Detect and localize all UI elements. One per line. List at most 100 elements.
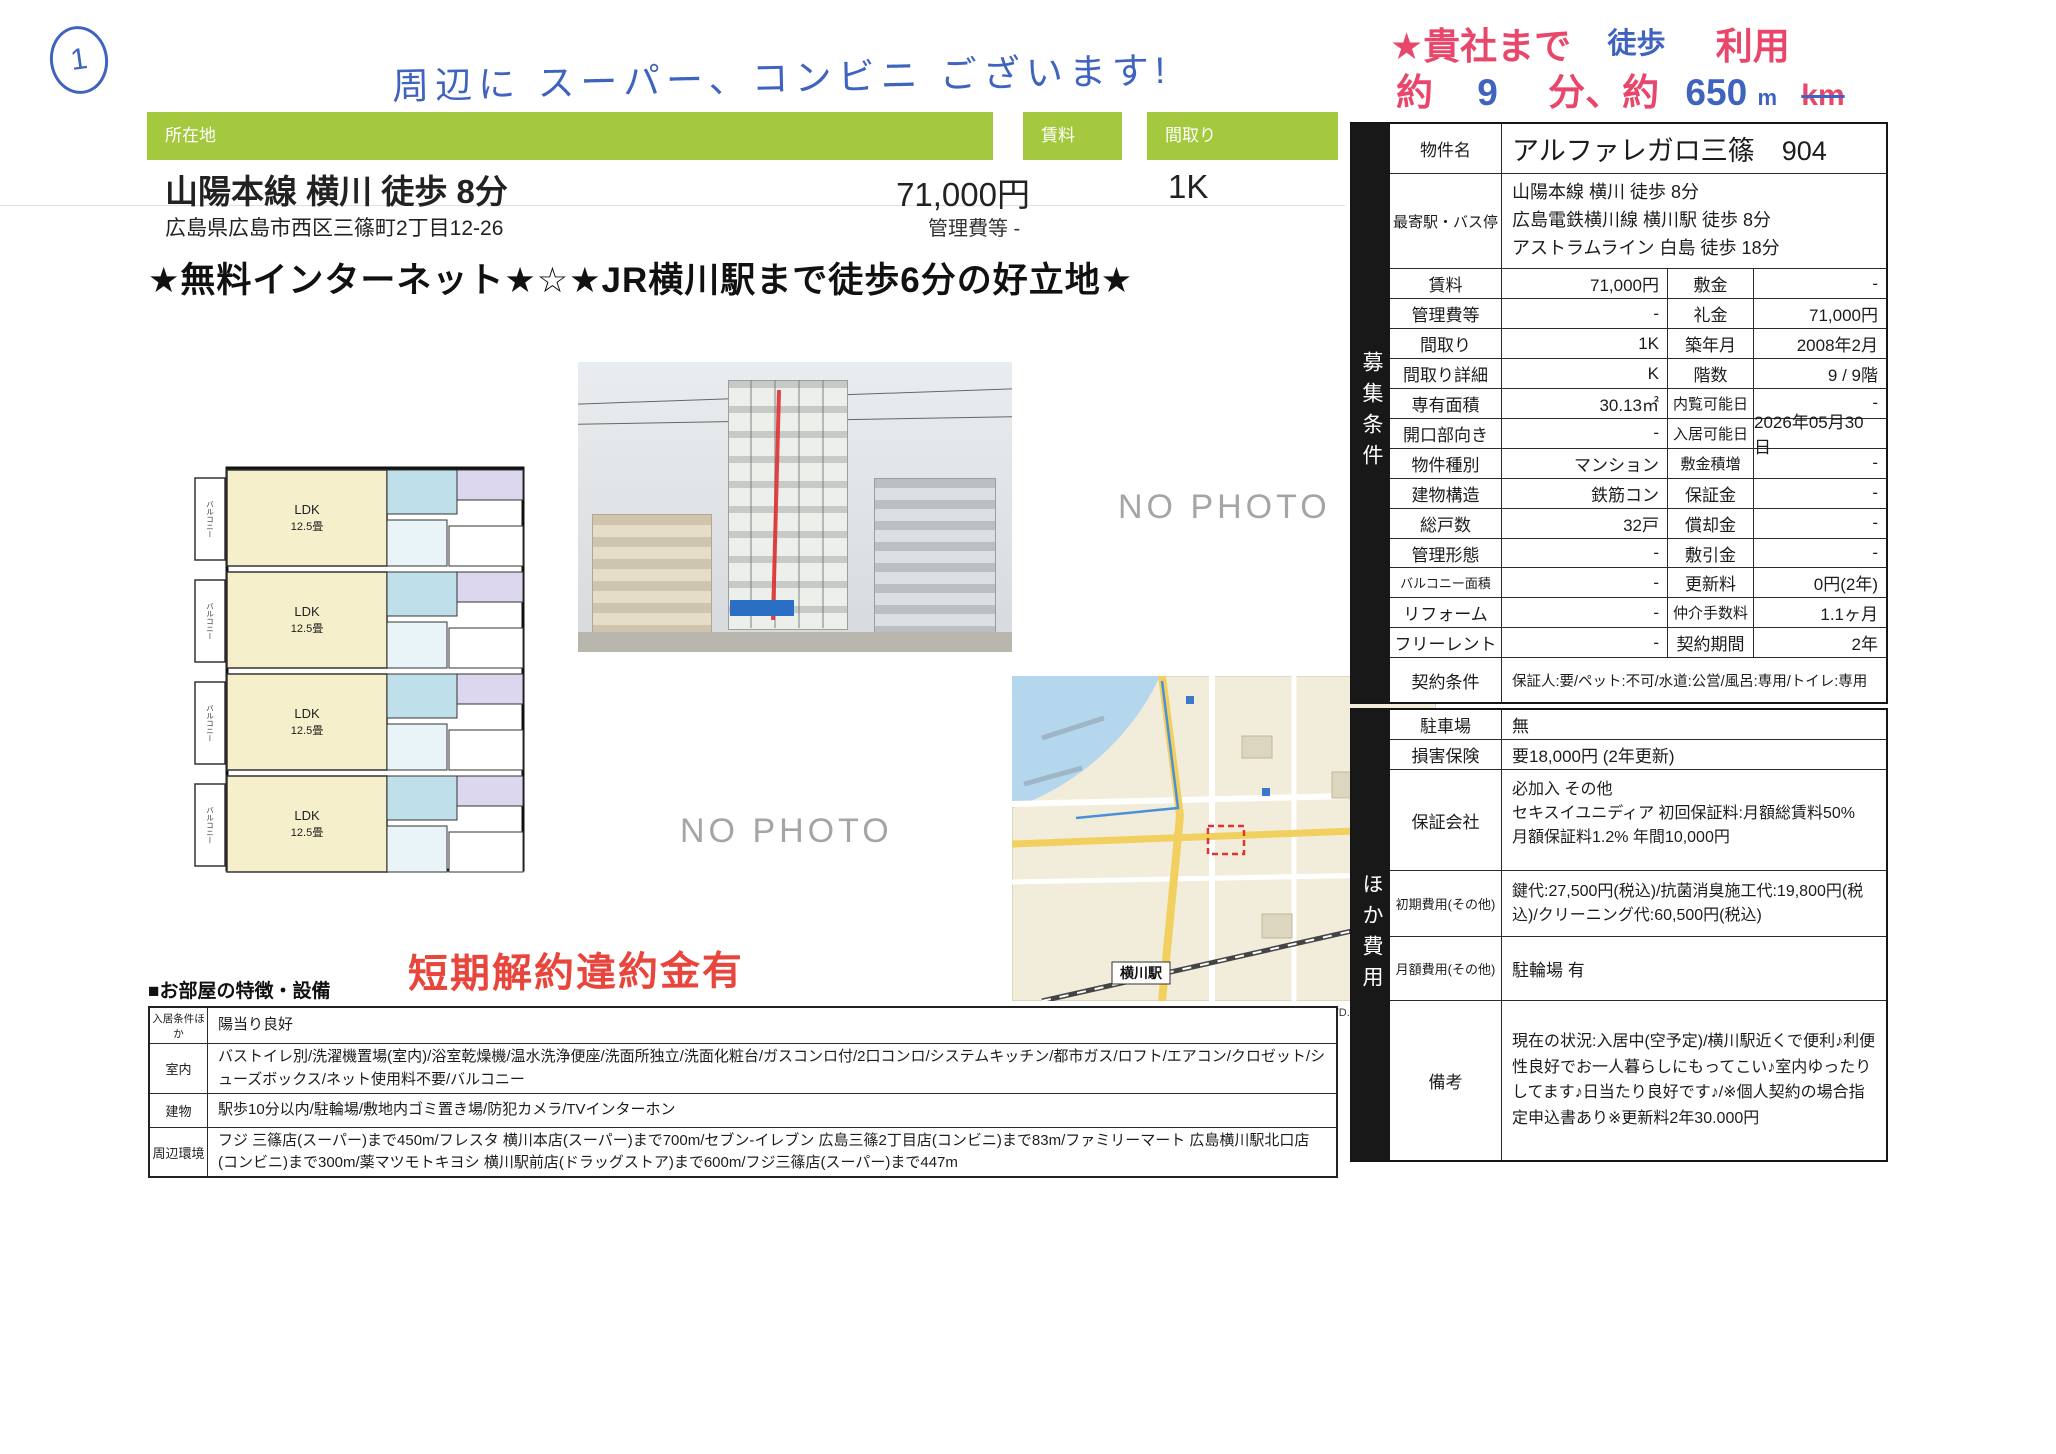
feature-label: 建物 xyxy=(150,1094,208,1127)
row-value-2: 71,000円 xyxy=(1754,299,1886,328)
room-size-label: 12.5畳 xyxy=(291,724,323,737)
guarantor-line-3: 月額保証料1.2% 年間10,000円 xyxy=(1512,826,1730,850)
section-strip-recruit-label: 募集条件 xyxy=(1356,351,1386,475)
broker-note-minutes-text: 9 xyxy=(1477,72,1498,113)
row-value-2: 2026年05月30日 xyxy=(1754,419,1886,448)
row-label-2: 礼金 xyxy=(1668,299,1754,328)
tower-window-columns xyxy=(728,380,846,628)
table-row-contract: 契約条件 保証人:要/ペット:不可/水道:公営/風呂:専用/トイレ:専用 xyxy=(1390,658,1886,702)
features-table: 入居条件ほか 陽当り良好 室内 バストイレ別/洗濯機置場(室内)/浴室乾燥機/温… xyxy=(148,1006,1338,1178)
row-label-2: 償却金 xyxy=(1668,509,1754,538)
row-label-2: 敷金積増 xyxy=(1668,449,1754,478)
room-size-label: 12.5畳 xyxy=(291,622,323,635)
row-value-2: - xyxy=(1754,479,1886,508)
other-costs-table: ほか費用 駐車場 無 損害保険 要18,000円 (2年更新) 保証会社 必加入… xyxy=(1350,708,1888,1162)
feature-value: 駅歩10分以内/駐輪場/敷地内ゴミ置き場/防犯カメラ/TVインターホン xyxy=(208,1094,1336,1127)
broker-note-approx-text: 約 xyxy=(1396,72,1433,113)
initial-costs-value: 鍵代:27,500円(税込)/抗菌消臭施工代:19,800円(税込)/クリーニン… xyxy=(1502,871,1886,936)
row-label-1: フリーレント xyxy=(1390,628,1502,657)
table-row: リフォーム - 仲介手数料 1.1ヶ月 xyxy=(1390,598,1886,628)
row-value-2: - xyxy=(1754,449,1886,478)
features-row: 入居条件ほか 陽当り良好 xyxy=(150,1008,1336,1044)
feature-label: 入居条件ほか xyxy=(150,1008,208,1043)
nearest-station-headline: 山陽本線 横川 徒歩 8分 xyxy=(165,165,508,213)
row-label-1: 間取り詳細 xyxy=(1390,359,1502,388)
row-value-2: 2008年2月 xyxy=(1754,329,1886,358)
section-strip-recruit: 募集条件 xyxy=(1352,124,1390,702)
row-value-2: 0円(2年) xyxy=(1754,568,1886,597)
contract-label: 契約条件 xyxy=(1390,658,1502,702)
room-label: LDK xyxy=(294,604,320,619)
layout-value: 1K xyxy=(1168,168,1208,206)
row-label-1: バルコニー面積 xyxy=(1390,568,1502,597)
parking-value: 無 xyxy=(1502,710,1886,739)
broker-note-star-text: ★貴社まで xyxy=(1390,26,1571,67)
row-label-1: 専有面積 xyxy=(1390,389,1502,418)
table-row: 開口部向き - 入居可能日 2026年05月30日 xyxy=(1390,419,1886,449)
rent-header-bar: 賃料 xyxy=(1023,112,1122,160)
balcony-label: バルコニー xyxy=(205,806,214,844)
layout-header-bar: 間取り xyxy=(1147,112,1338,160)
room-label: LDK xyxy=(294,502,320,517)
street xyxy=(578,632,1012,652)
initial-costs-label: 初期費用(その他) xyxy=(1390,871,1502,936)
handwritten-red-note: 短期解約違約金有 xyxy=(408,938,745,1000)
neighbor-building-left xyxy=(592,514,712,634)
handwritten-circled-number: 1 xyxy=(46,22,113,97)
row-value-1: - xyxy=(1502,568,1668,597)
table-row: 建物構造 鉄筋コン 保証金 - xyxy=(1390,479,1886,509)
table-row-property-name: 物件名 アルファレガロ三篠 904 xyxy=(1390,124,1886,174)
floorplan-drawing: バルコニー LDK 12.5畳 バルコニー LDK 12.5畳 xyxy=(185,462,553,877)
row-value-1: - xyxy=(1502,419,1668,448)
floorplan-image: バルコニー LDK 12.5畳 バルコニー LDK 12.5畳 xyxy=(185,462,553,877)
insurance-label: 損害保険 xyxy=(1390,740,1502,769)
features-title: ■お部屋の特徴・設備 xyxy=(148,976,330,1003)
notes-value: 現在の状況:入居中(空予定)/横川駅近くで便利♪利便性良好でお一人暮らしにもって… xyxy=(1502,1001,1886,1160)
broker-note-walk-text: 徒歩 xyxy=(1607,28,1665,60)
property-address: 広島県広島市西区三篠町2丁目12-26 xyxy=(165,212,503,242)
row-label-2: 築年月 xyxy=(1668,329,1754,358)
table-row-stations: 最寄駅・バス停 山陽本線 横川 徒歩 8分 広島電鉄横川線 横川駅 徒歩 8分 … xyxy=(1390,174,1886,270)
blue-signboard xyxy=(730,600,794,616)
row-value-2: 2年 xyxy=(1754,628,1886,657)
stations-label: 最寄駅・バス停 xyxy=(1390,174,1502,269)
table-row: 管理費等 - 礼金 71,000円 xyxy=(1390,299,1886,329)
table-row-notes: 備考 現在の状況:入居中(空予定)/横川駅近くで便利♪利便性良好でお一人暮らしに… xyxy=(1390,1001,1886,1160)
feature-value: 陽当り良好 xyxy=(208,1008,1336,1043)
row-value-2: - xyxy=(1754,539,1886,568)
property-name-label: 物件名 xyxy=(1390,124,1502,173)
notes-label: 備考 xyxy=(1390,1001,1502,1160)
table-row: 間取り詳細 K 階数 9 / 9階 xyxy=(1390,359,1886,389)
broker-note-distance-text: 650 xyxy=(1685,72,1747,113)
handwritten-note-blue: 周辺に スーパー、コンビニ ございます! xyxy=(392,40,1172,110)
feature-label: 周辺環境 xyxy=(150,1128,208,1176)
guarantor-line-2: セキスイユニディア 初回保証料:月額総賃料50% xyxy=(1512,802,1855,826)
feature-label: 室内 xyxy=(150,1044,208,1093)
property-flyer-page: 1 周辺に スーパー、コンビニ ございます! ★貴社まで 徒歩 利用 約 9 分… xyxy=(0,0,2056,1454)
row-label-1: 物件種別 xyxy=(1390,449,1502,478)
property-name-value: アルファレガロ三篠 904 xyxy=(1502,124,1886,173)
row-label-1: 総戸数 xyxy=(1390,509,1502,538)
table-row: 間取り 1K 築年月 2008年2月 xyxy=(1390,329,1886,359)
location-header-bar: 所在地 xyxy=(147,112,993,160)
section-strip-other-costs: ほか費用 xyxy=(1352,710,1390,1160)
balcony-label: バルコニー xyxy=(205,500,214,538)
stations-value: 山陽本線 横川 徒歩 8分 広島電鉄横川線 横川駅 徒歩 8分 アストラムライン… xyxy=(1502,174,1886,269)
table-row: 管理形態 - 敷引金 - xyxy=(1390,539,1886,569)
broker-note-km-struck-text: km xyxy=(1801,79,1844,112)
row-label-2: 敷金 xyxy=(1668,269,1754,298)
row-label-2: 入居可能日 xyxy=(1668,419,1754,448)
row-value-2: 1.1ヶ月 xyxy=(1754,598,1886,627)
row-value-1: 32戸 xyxy=(1502,509,1668,538)
insurance-value: 要18,000円 (2年更新) xyxy=(1502,740,1886,769)
monthly-costs-value: 駐輪場 有 xyxy=(1502,937,1886,1000)
broker-note-meter-text: m xyxy=(1757,85,1777,110)
table-row: 賃料 71,000円 敷金 - xyxy=(1390,269,1886,299)
no-photo-placeholder-top: NO PHOTO xyxy=(1118,488,1331,527)
table-row: 物件種別 マンション 敷金積増 - xyxy=(1390,449,1886,479)
room-label: LDK xyxy=(294,706,320,721)
table-row: フリーレント - 契約期間 2年 xyxy=(1390,628,1886,658)
station-line-3: アストラムライン 白島 徒歩 18分 xyxy=(1512,235,1780,263)
no-photo-placeholder-bottom: NO PHOTO xyxy=(680,812,893,851)
table-row: 総戸数 32戸 償却金 - xyxy=(1390,509,1886,539)
